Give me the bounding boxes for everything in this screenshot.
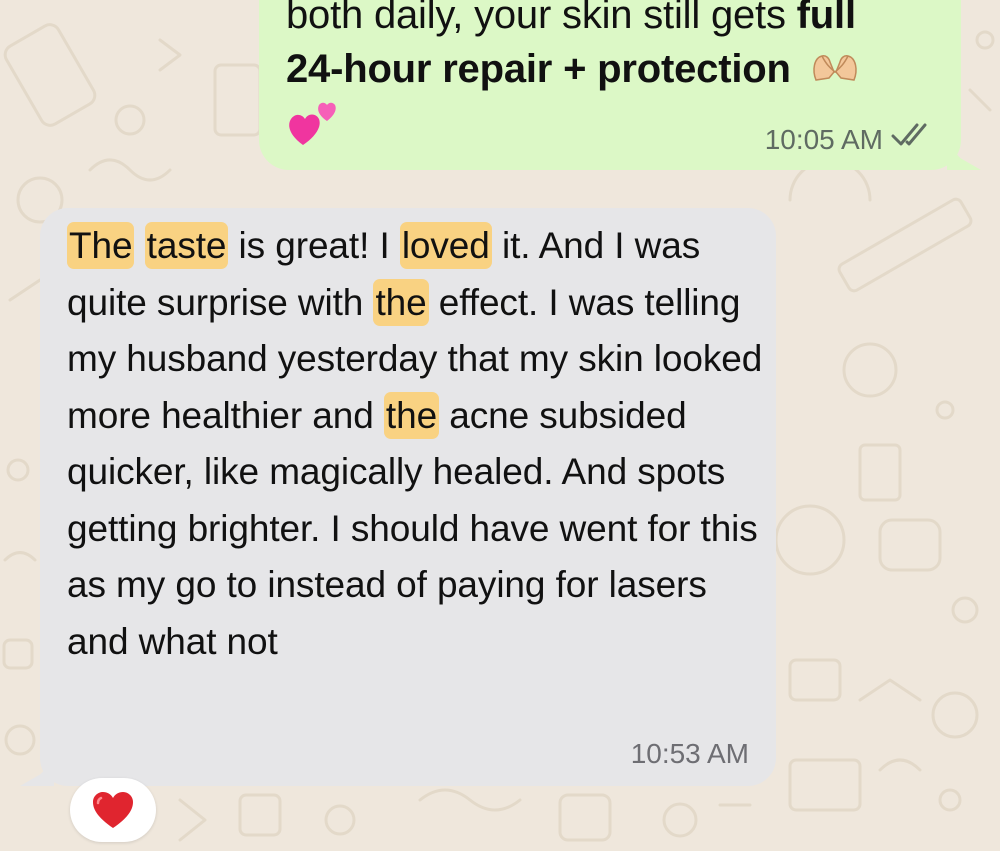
reaction-pill[interactable] (70, 778, 156, 842)
outgoing-text-bold-1: full (796, 0, 856, 37)
double-check-icon (891, 122, 933, 153)
red-heart-icon (91, 790, 135, 835)
search-highlight: the (383, 391, 440, 439)
incoming-message-bubble[interactable]: The taste is great! I loved it. And I wa… (40, 208, 776, 786)
search-highlight: The (67, 222, 135, 269)
heart-hands-icon (810, 48, 860, 102)
outgoing-timestamp: 10:05 AM (764, 124, 883, 155)
message-text-part (134, 225, 144, 266)
outgoing-message-text: both daily, your skin still gets full 24… (286, 0, 946, 102)
search-highlight: the (373, 278, 429, 326)
message-text-part: is great! I (228, 225, 400, 266)
search-highlight: loved (399, 222, 492, 269)
outgoing-text-line1: both daily, your skin still gets (286, 0, 797, 37)
outgoing-text-bold-2: 24-hour repair + protection (286, 47, 791, 91)
incoming-timestamp: 10:53 AM (630, 738, 749, 769)
incoming-message-text: The taste is great! I loved it. And I wa… (67, 218, 767, 670)
two-hearts-icon (285, 97, 341, 154)
search-highlight: taste (144, 222, 229, 269)
outgoing-message-bubble[interactable]: both daily, your skin still gets full 24… (259, 0, 961, 170)
